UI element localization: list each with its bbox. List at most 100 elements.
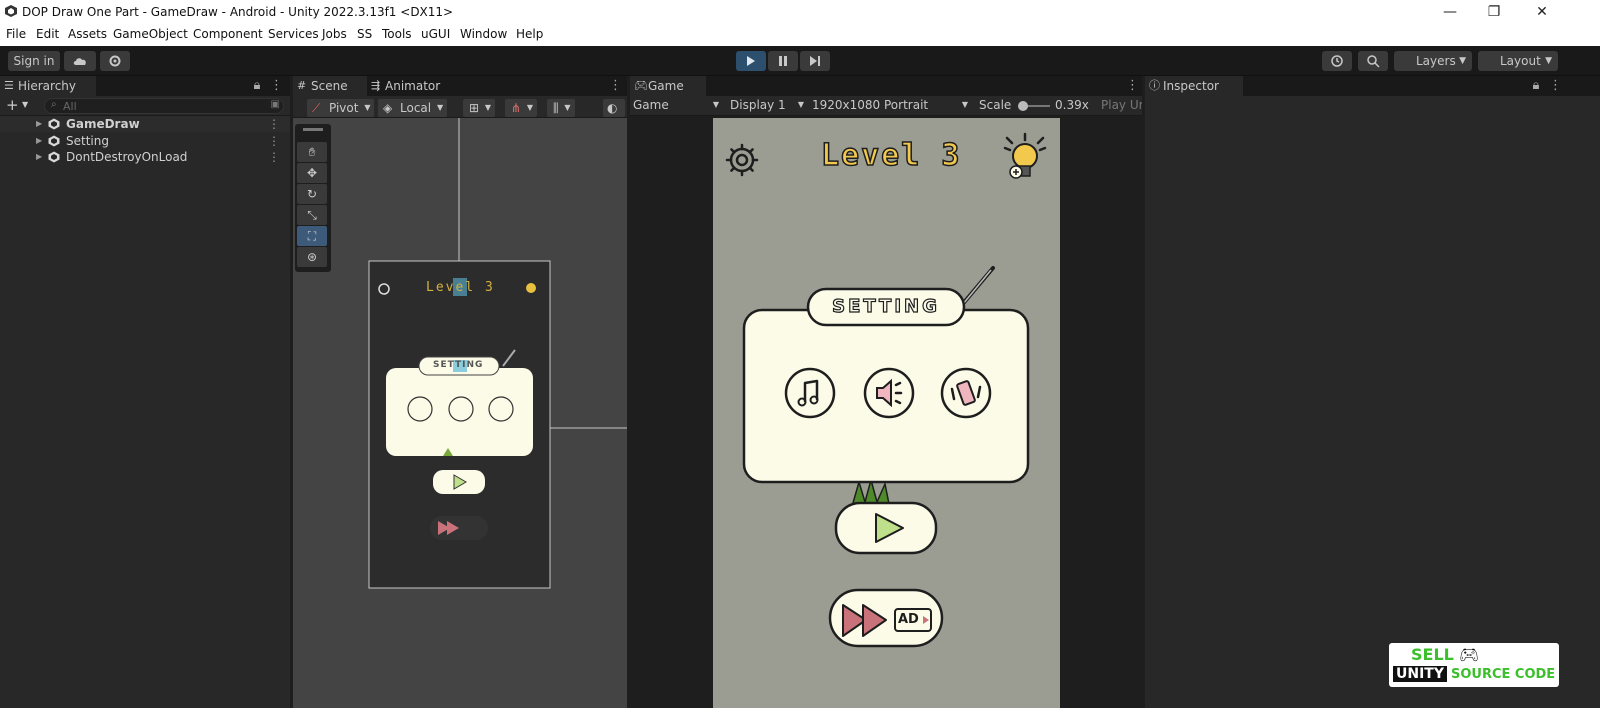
local-dropdown[interactable]: ◈ Local ▼ [378,99,448,117]
menu-gameobject[interactable]: GameObject [113,27,188,41]
menu-jobs[interactable]: Jobs [322,27,347,41]
close-button[interactable]: ✕ [1522,2,1562,22]
tab-hierarchy-label: Hierarchy [18,79,77,93]
resolution-dropdown[interactable]: 1920x1080 Portrait ▼ [812,98,968,112]
menu-ss[interactable]: SS [357,27,372,41]
pivot-dropdown[interactable]: ⟋ Pivot ▼ [307,99,375,117]
game-screen[interactable]: Level 3 SETTING AD [713,118,1060,708]
more-icon[interactable]: ⋮ [268,149,280,165]
game-mode-label: Game [633,98,669,112]
tab-animator[interactable]: ⇶ Animator [367,76,457,96]
create-button[interactable]: + [6,96,19,114]
chevron-down-icon[interactable]: ▼ [22,100,28,109]
menu-assets[interactable]: Assets [68,27,107,41]
chevron-down-icon: ▼ [436,103,444,112]
hint-bulb-icon [1003,132,1047,179]
game-tabbar: 🎮︎ Game ⋮ [630,76,1142,96]
menu-component[interactable]: Component [193,27,263,41]
collab-button[interactable] [100,51,130,71]
chevron-down-icon: ▼ [712,100,719,109]
lock-icon[interactable]: 🔒︎ [252,78,262,94]
watermark-source-code: SOURCE CODE [1451,667,1556,682]
search-button[interactable] [1358,51,1388,71]
pivot-label: Pivot [329,101,359,115]
ad-label: AD [898,612,919,627]
watermark-sell: SELL [1411,645,1454,664]
scene-menu-icon[interactable]: ⋮ [609,78,622,94]
pivot-icon: ⟋ [312,101,321,115]
animator-icon: ⇶ [371,79,381,92]
hierarchy-item[interactable]: ▶ DontDestroyOnLoad ⋮ [0,149,290,165]
more-icon[interactable]: ⋮ [268,116,280,132]
unity-scene-icon [48,118,60,130]
menu-edit[interactable]: Edit [36,27,59,41]
grid-icon: # [297,79,307,92]
inspector-panel: ⓘ Inspector 🔒︎ ⋮ [1145,76,1600,708]
cloud-icon [73,58,86,65]
menu-window[interactable]: Window [460,27,507,41]
unity-scene-icon [48,135,60,147]
scene-view[interactable] [293,118,627,708]
lock-icon[interactable]: 🔒︎ [1531,78,1541,94]
expand-arrow-icon[interactable]: ▶ [36,133,42,149]
expand-arrow-icon[interactable]: ▶ [36,116,42,132]
hierarchy-search-placeholder: All [63,100,77,113]
search-icon [1367,55,1380,68]
history-button[interactable] [1322,51,1352,71]
pause-button[interactable] [768,51,798,71]
menu-ugui[interactable]: uGUI [421,27,450,41]
play-button[interactable] [736,51,766,71]
hierarchy-panel: ☰ Hierarchy 🔒︎ ⋮ + ▼ ⌕ All ▣ ▶ GameDraw … [0,76,290,708]
more-icon[interactable]: ⋮ [268,133,280,149]
filter-icon[interactable]: ▣ [271,99,280,110]
scale-slider[interactable] [1018,101,1050,111]
tab-inspector[interactable]: ⓘ Inspector [1145,76,1243,96]
menu-help[interactable]: Help [516,27,543,41]
hierarchy-item[interactable]: ▶ Setting ⋮ [0,133,290,149]
chevron-down-icon: ▼ [1545,56,1552,66]
snap-icon: ⋔ [511,101,522,115]
search-icon: ⌕ [51,99,57,110]
scale-slider-thumb[interactable] [1018,101,1028,111]
gamepad-icon: 🎮︎ [1459,645,1480,664]
minimize-button[interactable]: — [1430,2,1470,22]
game-mode-dropdown[interactable]: Game ▼ [633,98,719,112]
scale-value: 0.39x [1055,98,1089,112]
tab-hierarchy[interactable]: ☰ Hierarchy [0,76,96,96]
window-title: DOP Draw One Part - GameDraw - Android -… [22,5,454,19]
layout-dropdown[interactable]: Layout ▼ [1478,51,1558,71]
settings-gear-icon [725,143,759,177]
tab-scene[interactable]: # Scene [293,76,367,96]
chevron-down-icon: ▼ [1459,56,1466,66]
grid-snap-dropdown[interactable]: ⊞ ▼ [463,99,496,117]
hierarchy-search-input[interactable]: ⌕ All ▣ [44,98,284,114]
menu-tools[interactable]: Tools [382,27,412,41]
display-dropdown[interactable]: Display 1 ▼ [730,98,804,112]
layers-label: Layers [1416,54,1456,68]
game-toolbar: Game ▼ Display 1 ▼ 1920x1080 Portrait ▼ … [630,96,1142,116]
expand-arrow-icon[interactable]: ▶ [36,149,42,165]
game-menu-icon[interactable]: ⋮ [1126,78,1139,94]
menu-services[interactable]: Services [268,27,319,41]
menu-file[interactable]: File [6,27,26,41]
info-icon: ⓘ [1149,79,1160,92]
shaded-sphere-icon: ◐ [607,101,618,115]
sign-in-button[interactable]: Sign in [8,51,60,71]
resolution-label: 1920x1080 Portrait [812,98,929,112]
layers-dropdown[interactable]: Layers ▼ [1394,51,1472,71]
restore-button[interactable]: ❐ [1474,2,1514,22]
hierarchy-item-label: GameDraw [66,117,140,131]
snap-increment-dropdown[interactable]: ⋔ ▼ [505,99,538,117]
hierarchy-menu-icon[interactable]: ⋮ [270,78,283,94]
cloud-button[interactable] [64,51,96,71]
hierarchy-item[interactable]: ▶ GameDraw ⋮ [0,116,290,132]
step-button[interactable] [800,51,830,71]
gamepad-icon: 🎮︎ [634,79,648,92]
inspector-tabbar: ⓘ Inspector 🔒︎ ⋮ [1145,76,1600,96]
draw-mode-button[interactable]: ◐ [603,99,625,117]
increment-snap-dropdown[interactable]: ⫼ ▼ [547,99,575,117]
inspector-menu-icon[interactable]: ⋮ [1549,78,1562,94]
tab-game[interactable]: 🎮︎ Game [630,76,706,96]
play-unfocused-dropdown[interactable]: Play Ur [1101,98,1142,112]
scene-panel: # Scene ⇶ Animator ⋮ ⟋ Pivot ▼ ◈ Local ▼… [293,76,627,708]
